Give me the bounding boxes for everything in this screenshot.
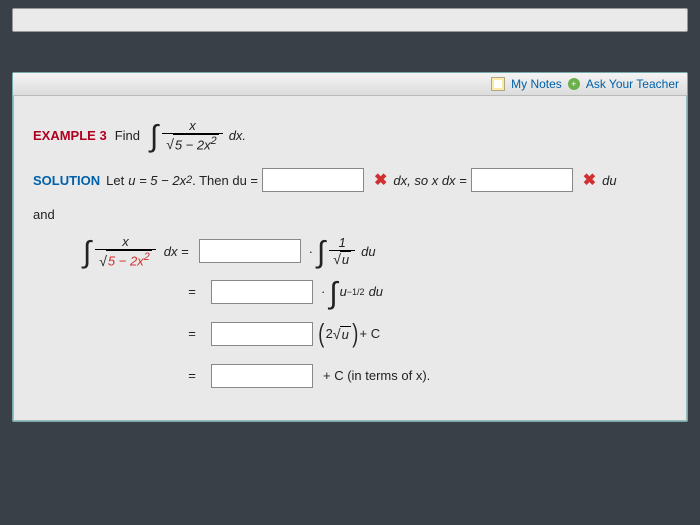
rparen-icon: ) (352, 318, 358, 349)
example-label: EXAMPLE 3 (33, 128, 107, 143)
step1-du: du (361, 244, 375, 259)
ask-teacher-link[interactable]: Ask Your Teacher (586, 77, 679, 91)
answer-input-3[interactable] (199, 239, 301, 263)
step4-text: + C (in terms of x). (323, 368, 430, 383)
step2-du: du (369, 284, 383, 299)
plus-icon: + (568, 78, 580, 90)
step1-den: u (329, 250, 355, 267)
answer-input-6[interactable] (211, 364, 313, 388)
answer-input-5[interactable] (211, 322, 313, 346)
wrong-icon-1: ✖ (374, 170, 387, 190)
step3-plus-c: + C (360, 326, 381, 341)
then-du-text: . Then du = (192, 173, 258, 188)
du-tail: du (602, 173, 616, 188)
radicand: 5 − 2x (175, 137, 211, 152)
work-row-4: = + C (in terms of x). (183, 359, 667, 393)
answer-input-1[interactable] (262, 168, 364, 192)
dx-so-text: dx, so x dx = (393, 173, 466, 188)
and-row: and (33, 200, 667, 228)
step3-2: 2 (326, 326, 333, 341)
solution-label: SOLUTION (33, 173, 100, 188)
step3-u: u (340, 326, 351, 342)
step1-frac: 1 u (329, 235, 355, 267)
notes-icon (491, 77, 505, 91)
lhs-exp: 2 (144, 251, 150, 263)
numerator: x (185, 118, 200, 133)
sqrt-icon-4: u (333, 326, 351, 342)
lhs-den: 5 − 2x2 (95, 249, 156, 268)
dot-1: · (309, 244, 313, 259)
panel-body: EXAMPLE 3 Find ∫ x 5 − 2x2 dx. (13, 96, 687, 421)
top-toolbar (12, 8, 688, 32)
lparen-icon: ( (318, 318, 324, 349)
work-row-3: = ( 2 u ) + C (183, 317, 667, 351)
lhs-fraction: x 5 − 2x2 (95, 234, 156, 268)
eq-3: = (183, 326, 201, 341)
integrand-fraction: x 5 − 2x2 (162, 118, 223, 152)
example-row: EXAMPLE 3 Find ∫ x 5 − 2x2 dx. (33, 118, 667, 152)
denominator: 5 − 2x2 (162, 133, 223, 152)
step2-u: u (340, 284, 347, 299)
work-row-1: ∫ x 5 − 2x2 dx = · ∫ 1 (83, 234, 667, 268)
dx-label: dx. (229, 128, 246, 143)
lhs-radicand: 5 − 2x (108, 254, 144, 269)
integral-icon-2: ∫ (83, 236, 91, 270)
eq-2: = (183, 284, 201, 299)
question-panel: My Notes + Ask Your Teacher EXAMPLE 3 Fi… (12, 72, 688, 422)
wrong-icon-2: ✖ (583, 170, 596, 190)
u-equation: u = 5 − 2x (128, 173, 186, 188)
integral-icon-3: ∫ (317, 236, 325, 270)
and-text: and (33, 207, 55, 222)
dx-eq: dx = (164, 244, 189, 259)
let-text: Let (106, 173, 124, 188)
exponent: 2 (211, 135, 217, 147)
integral-icon-4: ∫ (329, 277, 337, 311)
solution-row: SOLUTION Let u = 5 − 2x2 . Then du = ✖ d… (33, 166, 667, 194)
dot-2: · (321, 284, 325, 299)
step2-exp: −1/2 (347, 287, 365, 297)
answer-input-4[interactable] (211, 280, 313, 304)
answer-input-2[interactable] (471, 168, 573, 192)
step1-u: u (340, 251, 351, 267)
my-notes-link[interactable]: My Notes (511, 77, 562, 91)
find-text: Find (115, 128, 140, 143)
aligned-steps: = · ∫ u−1/2 du = ( 2 u ) + C (183, 275, 667, 393)
integral-icon: ∫ (150, 120, 158, 154)
sqrt-icon-3: u (333, 251, 351, 267)
sqrt-icon: 5 − 2x2 (166, 134, 219, 152)
panel-header: My Notes + Ask Your Teacher (13, 73, 687, 96)
eq-4: = (183, 368, 201, 383)
work-row-2: = · ∫ u−1/2 du (183, 275, 667, 309)
lhs-num: x (118, 234, 133, 249)
step1-num: 1 (335, 235, 350, 250)
sqrt-icon-2: 5 − 2x2 (99, 250, 152, 268)
